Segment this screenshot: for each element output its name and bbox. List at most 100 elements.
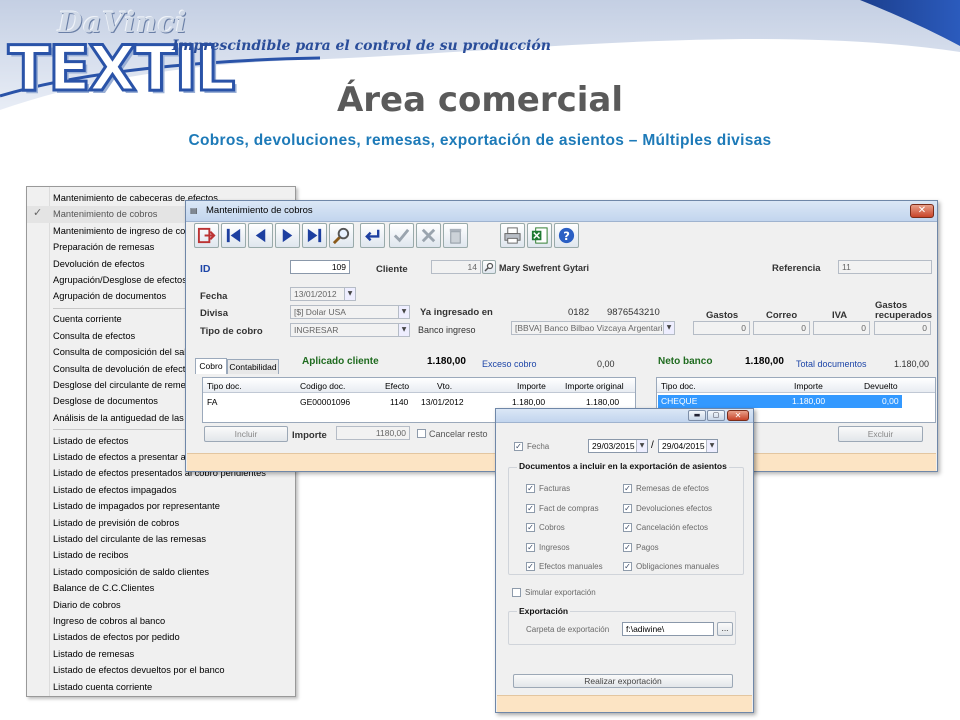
tipo-cobro-select[interactable]: INGRESAR ▼: [290, 323, 410, 337]
table-row-codigo[interactable]: GE00001096: [300, 395, 350, 409]
menu-item[interactable]: Listado cuenta corriente: [27, 679, 295, 695]
tab-cobro[interactable]: Cobro: [195, 358, 227, 374]
table-row-vto[interactable]: 13/01/2012: [421, 395, 464, 409]
accept-button[interactable]: [389, 223, 414, 248]
iva-field[interactable]: 0: [813, 321, 870, 335]
cancel-button[interactable]: [416, 223, 441, 248]
cliente-code-field[interactable]: 14: [431, 260, 481, 274]
fecha-field[interactable]: 13/01/2012 ▼: [290, 287, 356, 301]
divisa-select[interactable]: [$] Dolar USA ▼: [290, 305, 410, 319]
chevron-down-icon[interactable]: ▼: [398, 324, 409, 336]
table-row-devuelto[interactable]: 0,00: [882, 394, 899, 408]
dialog-close-button[interactable]: ✕: [727, 410, 749, 421]
chevron-down-icon[interactable]: ▼: [706, 440, 717, 452]
menu-item[interactable]: Listado del circulante de las remesas: [27, 531, 295, 547]
document-type-checkbox[interactable]: ✓: [526, 562, 535, 572]
previous-record-button[interactable]: [248, 223, 273, 248]
table-row-tipo[interactable]: CHEQUE: [661, 394, 697, 408]
chevron-down-icon[interactable]: ▼: [663, 322, 674, 334]
excel-button[interactable]: [527, 223, 552, 248]
payments-header-tipo[interactable]: Tipo doc.: [661, 379, 696, 393]
help-button[interactable]: ?: [554, 223, 579, 248]
gastos-field[interactable]: 0: [693, 321, 750, 335]
documents-header-importe[interactable]: Importe: [517, 379, 546, 393]
document-type-checkbox[interactable]: ✓: [526, 484, 535, 493]
fecha-from-select[interactable]: 29/03/2015 ▼: [588, 439, 648, 453]
gastos-rec-field[interactable]: 0: [874, 321, 931, 335]
realizar-exportacion-button[interactable]: Realizar exportación: [513, 674, 733, 688]
exceso-cobro-value: 0,00: [597, 359, 615, 369]
document-type-checkbox[interactable]: ✓: [623, 562, 632, 572]
excluir-button[interactable]: Excluir: [838, 426, 923, 442]
documents-header-vto[interactable]: Vto.: [437, 379, 452, 393]
documents-header-importe-original[interactable]: Importe original: [565, 379, 624, 393]
fecha-checkbox[interactable]: ✓: [514, 442, 523, 451]
last-record-button[interactable]: [302, 223, 327, 248]
exit-button[interactable]: [194, 223, 219, 248]
document-type-checkbox[interactable]: ✓: [623, 484, 632, 493]
document-type-checkbox[interactable]: ✓: [526, 523, 535, 533]
tab-contabilidad[interactable]: Contabilidad: [227, 359, 279, 374]
menu-item[interactable]: Listado de recibos: [27, 547, 295, 563]
window-close-button[interactable]: ✕: [910, 204, 934, 218]
delete-button[interactable]: [443, 223, 468, 248]
table-row-importe[interactable]: 1.180,00: [512, 395, 545, 409]
enter-button[interactable]: [360, 223, 385, 248]
carpeta-field[interactable]: f:\adiwine\: [622, 622, 714, 636]
menu-item[interactable]: Listado composición de saldo clientes: [27, 564, 295, 580]
table-row-importe[interactable]: 1.180,00: [792, 394, 825, 408]
document-type-checkbox[interactable]: ✓: [623, 503, 632, 513]
minimize-button[interactable]: ▬: [688, 410, 706, 421]
dialog-titlebar: ▬ ▢ ✕: [496, 409, 753, 423]
simular-checkbox[interactable]: [512, 588, 521, 597]
importe-field[interactable]: 1180,00: [336, 426, 410, 440]
maximize-button[interactable]: ▢: [707, 410, 725, 421]
document-type-checkbox[interactable]: ✓: [526, 503, 535, 513]
chevron-down-icon[interactable]: ▼: [636, 440, 647, 452]
accept-icon: [393, 228, 410, 243]
referencia-field[interactable]: 11: [838, 260, 932, 274]
table-row-efecto[interactable]: 1140: [390, 395, 408, 409]
first-record-button[interactable]: [221, 223, 246, 248]
chevron-down-icon[interactable]: ▼: [344, 288, 355, 300]
menu-item[interactable]: Listados de efectos por pedido: [27, 629, 295, 645]
table-row-tipo[interactable]: FA: [207, 395, 217, 409]
search-button[interactable]: [329, 223, 354, 248]
fecha-to-select[interactable]: 29/04/2015 ▼: [658, 439, 718, 453]
document-type-checkbox[interactable]: ✓: [526, 542, 535, 552]
documents-header-tipo[interactable]: Tipo doc.: [207, 379, 242, 393]
payments-header-importe[interactable]: Importe: [794, 379, 823, 393]
cuenta-entidad: 0182: [568, 307, 590, 318]
browse-button[interactable]: ...: [717, 622, 733, 636]
menu-item[interactable]: Listado de efectos devueltos por el banc…: [27, 662, 295, 678]
next-record-button[interactable]: [275, 223, 300, 248]
menu-item[interactable]: Ingreso de cobros al banco: [27, 613, 295, 629]
correo-field[interactable]: 0: [753, 321, 810, 335]
payments-header-devuelto[interactable]: Devuelto: [864, 379, 898, 393]
document-type-label: Fact de compras: [539, 503, 599, 513]
document-type-checkbox[interactable]: ✓: [623, 542, 632, 552]
menu-item[interactable]: Balance de C.C.Clientes: [27, 580, 295, 596]
cliente-search-button[interactable]: [482, 260, 496, 274]
document-type-checkbox[interactable]: ✓: [623, 523, 632, 533]
print-button[interactable]: [500, 223, 525, 248]
menu-item[interactable]: Diario de cobros: [27, 597, 295, 613]
menu-item[interactable]: Listado de remesas: [27, 646, 295, 662]
cancelar-resto-checkbox[interactable]: [417, 429, 426, 438]
aplicado-cliente-value: 1.180,00: [427, 356, 466, 367]
documents-header-codigo[interactable]: Codigo doc.: [300, 379, 345, 393]
search-icon: [332, 227, 350, 245]
page-subtitle: Cobros, devoluciones, remesas, exportaci…: [188, 132, 772, 149]
table-row-importe-original[interactable]: 1.180,00: [586, 395, 619, 409]
documents-header-efecto[interactable]: Efecto: [385, 379, 409, 393]
gastos-label: Gastos: [706, 310, 739, 321]
id-field[interactable]: 109: [290, 260, 350, 274]
chevron-down-icon[interactable]: ▼: [398, 306, 409, 318]
menu-item[interactable]: Listado de previsión de cobros: [27, 515, 295, 531]
banco-select[interactable]: [BBVA] Banco Bilbao Vizcaya Argentaria ▼: [511, 321, 675, 335]
menu-item[interactable]: Listado de efectos impagados: [27, 482, 295, 498]
divisa-label: Divisa: [200, 308, 228, 319]
tipo-cobro-label: Tipo de cobro: [200, 326, 263, 337]
menu-item[interactable]: Listado de impagados por representante: [27, 498, 295, 514]
incluir-button[interactable]: Incluir: [204, 426, 288, 442]
